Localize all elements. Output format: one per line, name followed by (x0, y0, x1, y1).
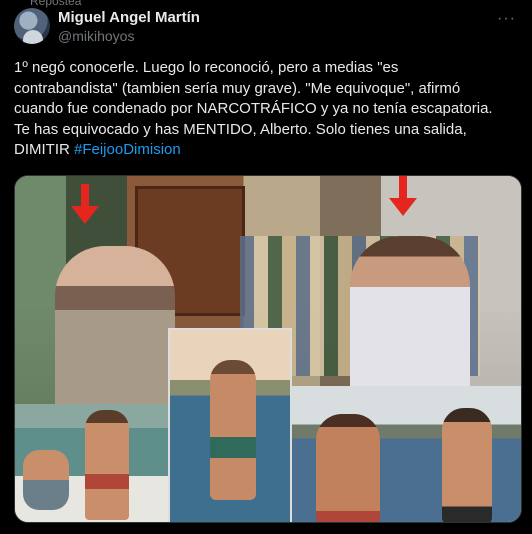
person-standing (85, 410, 129, 520)
person-right (350, 236, 470, 404)
photo-two-men-boat (292, 386, 521, 522)
post-line: 1º negó conocerle. Luego lo reconoció, p… (14, 59, 399, 76)
reposted-hint: Repostea (30, 0, 82, 8)
author-handle[interactable]: @mikihoyos (58, 28, 134, 44)
photo-man-boat-center (168, 328, 292, 522)
post-media[interactable] (14, 175, 522, 523)
hashtag-link[interactable]: #FeijooDimision (74, 141, 181, 158)
person-sitting (23, 450, 69, 510)
avatar[interactable] (14, 8, 50, 44)
person-standing (210, 360, 256, 500)
post-line-last: DIMITIR #FeijooDimision (14, 140, 522, 161)
author-name[interactable]: Miguel Angel Martín (58, 9, 200, 26)
person-left (316, 414, 380, 522)
post-line: contrabandista" (tambien sería muy grave… (14, 79, 461, 97)
photo-boat-left (15, 404, 168, 522)
post-line: cuando fue condenado por NARCOTRÁFICO y … (14, 100, 493, 117)
post-last-text: DIMITIR (14, 141, 74, 158)
post-text: 1º negó conocerle. Luego lo reconoció, p… (14, 58, 522, 161)
post-line: Te has equivocado y has MENTIDO, Alberto… (14, 120, 467, 138)
person-left (55, 246, 175, 404)
more-options-icon[interactable]: ··· (497, 10, 516, 28)
person-right (442, 408, 492, 522)
